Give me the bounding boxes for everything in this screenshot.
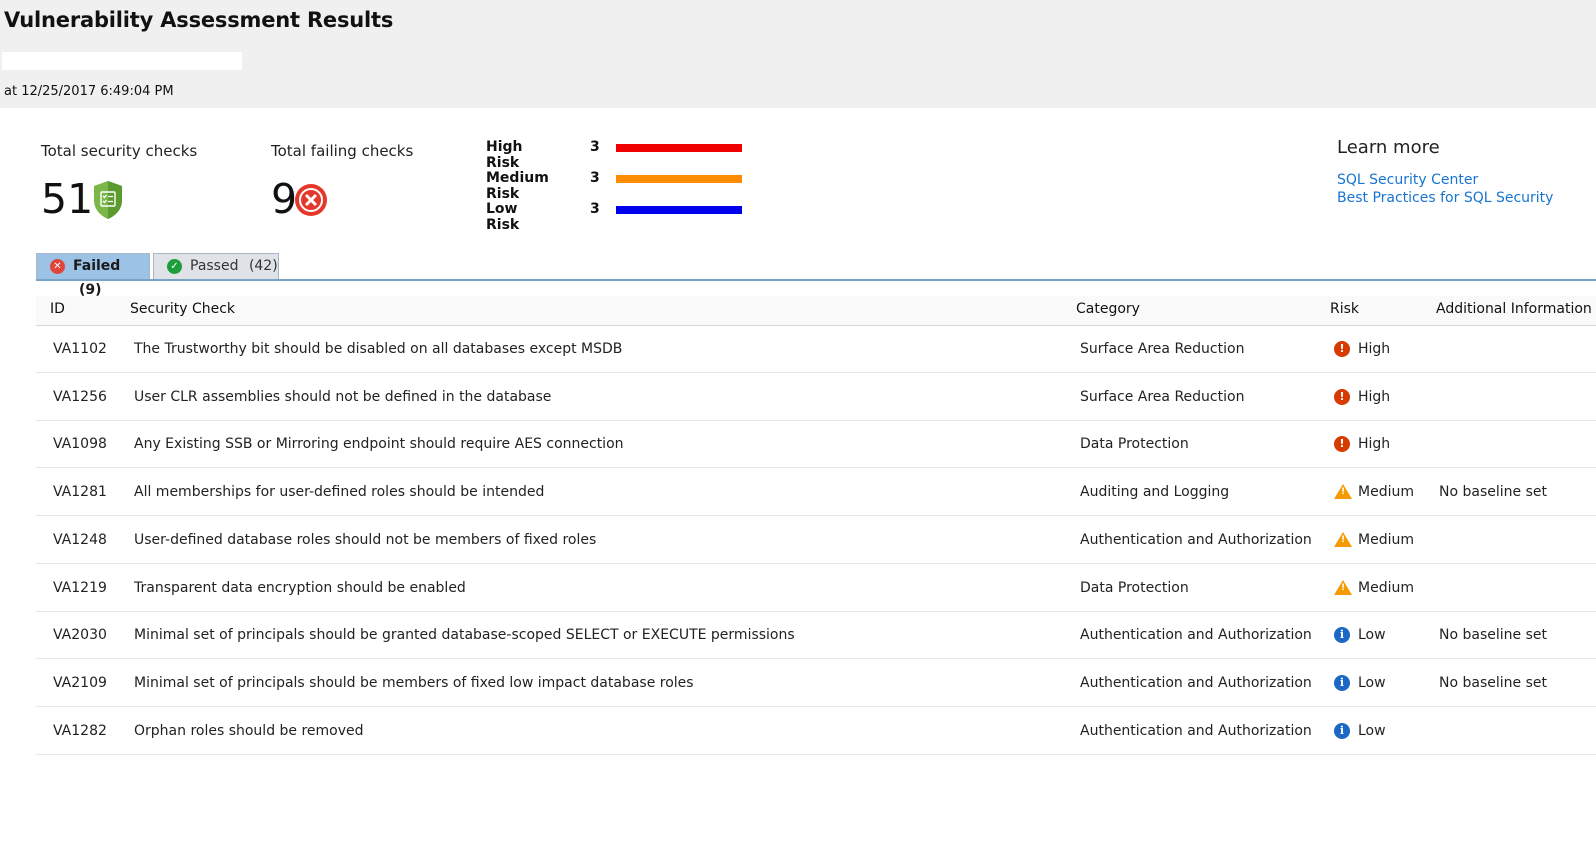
column-header-risk[interactable]: Risk [1330,301,1359,317]
category-text: Auditing and Logging [1080,484,1230,501]
info-icon: i [1334,722,1350,739]
high-risk-icon: ! [1334,388,1350,405]
risk-bar [616,144,742,152]
tab-label: Passed [190,258,239,274]
risk-label: High Risk [486,139,523,171]
check-id: VA1219 [53,579,107,596]
warning-triangle-icon: ! [1334,579,1352,595]
category-text: Surface Area Reduction [1080,341,1245,357]
check-id: VA1102 [53,341,107,357]
category-text: Authentication and Authorization [1080,674,1312,691]
best-practices-link[interactable]: Best Practices for SQL Security [1337,190,1553,206]
risk-label: Medium Risk [486,170,549,202]
table-row[interactable]: VA1098 Any Existing SSB or Mirroring endp… [36,421,1596,469]
category-text: Authentication and Authorization [1080,722,1312,739]
risk-level-text: High [1358,436,1391,453]
table-row[interactable]: VA1281 All memberships for user-defined r… [36,469,1596,517]
tab-count: (42) [248,258,278,274]
risk-label: Low Risk [486,201,520,233]
check-id: VA1282 [53,722,107,739]
report-header: Vulnerability Assessment Results at 12/2… [0,0,1596,108]
security-check-text: Orphan roles should be removed [134,722,364,739]
table-header: ID Security Check Category Risk Addition… [36,296,1596,326]
check-id: VA1256 [53,388,107,405]
table-row[interactable]: VA1219 Transparent data encryption should… [36,565,1596,612]
security-check-text: Any Existing SSB or Mirroring endpoint s… [134,436,624,453]
tab-label: Failed [73,258,121,274]
total-checks-label: Total security checks [41,142,198,160]
high-risk-icon: ! [1334,341,1350,357]
table-row[interactable]: VA1248 User-defined database roles should… [36,517,1596,564]
security-check-text: User CLR assemblies should not be define… [134,388,552,405]
page-title: Vulnerability Assessment Results [4,8,394,32]
risk-level-text: Medium [1358,579,1414,596]
risk-level-text: Medium [1358,531,1414,548]
table-row[interactable]: VA1102 The Trustworthy bit should be disa… [36,326,1596,373]
table-row[interactable]: VA1282 Orphan roles should be removed Auth… [36,708,1596,755]
category-text: Authentication and Authorization [1080,627,1312,644]
security-check-text: Minimal set of principals should be gran… [134,627,795,644]
server-name-redacted [2,52,242,70]
risk-count: 3 [590,139,600,155]
column-header-id[interactable]: ID [50,301,65,317]
category-text: Data Protection [1080,436,1189,453]
category-text: Data Protection [1080,579,1189,596]
risk-level-text: Low [1358,674,1386,691]
total-checks-value: 51 [41,175,94,223]
table-row[interactable]: VA2030 Minimal set of principals should b… [36,612,1596,660]
scan-timestamp: at 12/25/2017 6:49:04 PM [4,84,174,99]
risk-bar [616,175,742,183]
risk-level-text: High [1358,341,1391,357]
category-text: Surface Area Reduction [1080,388,1245,405]
risk-count: 3 [590,201,600,217]
sql-security-center-link[interactable]: SQL Security Center [1337,172,1478,188]
check-circle-icon: ✓ [167,259,182,274]
security-check-text: All memberships for user-defined roles s… [134,484,545,501]
check-id: VA1248 [53,531,107,548]
learn-more-heading: Learn more [1337,137,1440,158]
tab-failed[interactable]: ✕ Failed (9) [36,253,150,298]
warning-triangle-icon: ! [1334,531,1352,547]
security-check-text: Minimal set of principals should be memb… [134,674,694,691]
x-circle-icon [295,184,327,216]
tab-divider [36,279,1596,281]
table-row[interactable]: VA1256 User CLR assemblies should not be … [36,374,1596,421]
failing-checks-label: Total failing checks [271,142,414,160]
column-header-additional-information[interactable]: Additional Information [1436,301,1592,317]
risk-level-text: Low [1358,627,1386,644]
security-check-text: Transparent data encryption should be en… [134,579,466,596]
warning-triangle-icon: ! [1334,484,1352,500]
table-row[interactable]: VA2109 Minimal set of principals should b… [36,660,1596,707]
shield-check-icon [94,181,122,219]
check-id: VA1098 [53,436,107,453]
risk-level-text: High [1358,388,1391,405]
x-circle-icon: ✕ [50,259,65,274]
tab-passed[interactable]: ✓ Passed (42) [153,253,279,279]
check-id: VA2109 [53,674,107,691]
security-check-text: The Trustworthy bit should be disabled o… [134,341,623,357]
additional-info-text: No baseline set [1439,484,1547,501]
additional-info-text: No baseline set [1439,627,1547,644]
additional-info-text: No baseline set [1439,674,1547,691]
category-text: Authentication and Authorization [1080,531,1312,548]
risk-level-text: Medium [1358,484,1414,501]
security-check-text: User-defined database roles should not b… [134,531,597,548]
check-id: VA1281 [53,484,107,501]
risk-bar [616,206,742,214]
risk-level-text: Low [1358,722,1386,739]
risk-count: 3 [590,170,600,186]
high-risk-icon: ! [1334,436,1350,453]
info-icon: i [1334,674,1350,691]
column-header-category[interactable]: Category [1076,301,1140,317]
info-icon: i [1334,627,1350,644]
column-header-security-check[interactable]: Security Check [130,301,235,317]
check-id: VA2030 [53,627,107,644]
